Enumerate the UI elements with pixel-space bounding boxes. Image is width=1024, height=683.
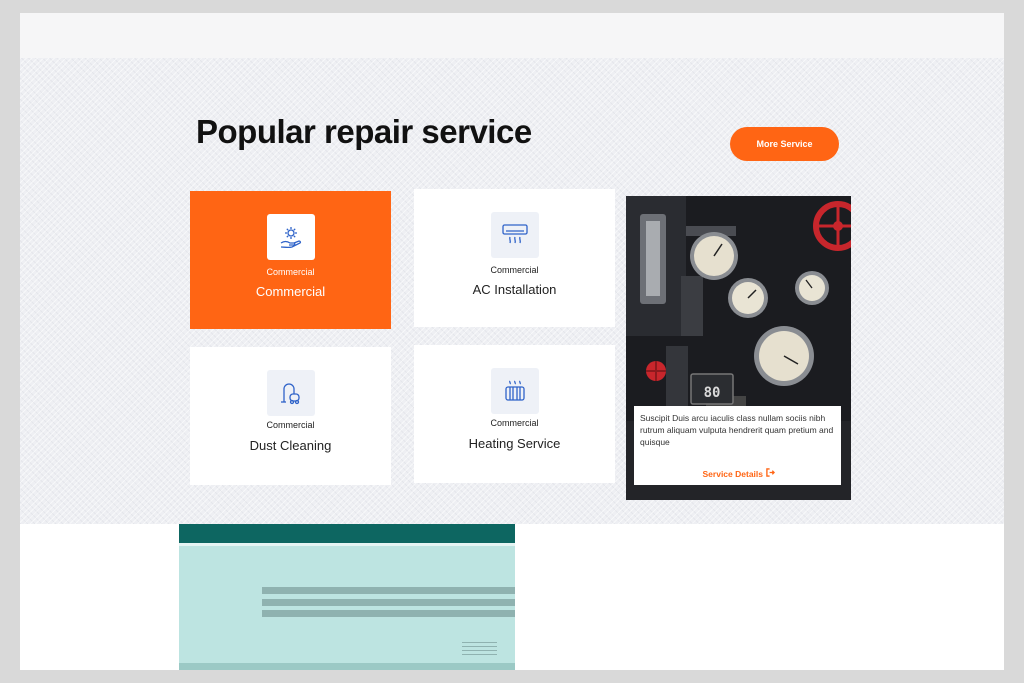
vacuum-cleaner-icon bbox=[266, 370, 315, 416]
placeholder-bar bbox=[262, 610, 515, 617]
service-card-dust-cleaning[interactable]: Commercial Dust Cleaning bbox=[190, 347, 391, 485]
service-name: Commercial bbox=[255, 284, 326, 299]
service-name: Heating Service bbox=[468, 436, 561, 451]
service-details-link[interactable]: Service Details bbox=[702, 468, 776, 479]
section-title: Popular repair service bbox=[196, 113, 532, 150]
lower-section bbox=[20, 524, 1004, 670]
more-service-button[interactable]: More Service bbox=[730, 127, 839, 161]
top-strip bbox=[20, 13, 1004, 58]
service-card-commercial[interactable]: Commercial Commercial bbox=[190, 191, 391, 329]
page-frame: Popular repair service More Service Comm… bbox=[20, 13, 1004, 670]
popular-services-section: Popular repair service More Service Comm… bbox=[20, 58, 1004, 524]
gear-hand-icon bbox=[266, 214, 315, 260]
teal-header-bar bbox=[179, 524, 515, 543]
gauge-plate-number: 80 bbox=[704, 385, 721, 401]
service-category: Commercial bbox=[266, 267, 315, 277]
featured-service-card[interactable]: 80 Suscipit Duis arcu iaculis class null… bbox=[626, 196, 851, 500]
service-name: AC Installation bbox=[472, 282, 557, 297]
air-conditioner-icon bbox=[490, 212, 539, 258]
service-category: Commercial bbox=[490, 418, 539, 428]
service-category: Commercial bbox=[266, 420, 315, 430]
service-category: Commercial bbox=[490, 265, 539, 275]
placeholder-bar bbox=[262, 587, 515, 594]
service-detail-box: Suscipit Duis arcu iaculis class nullam … bbox=[634, 406, 841, 485]
radiator-icon bbox=[490, 368, 539, 414]
arrow-right-from-bracket-icon bbox=[766, 468, 776, 479]
placeholder-bar bbox=[262, 599, 515, 606]
service-card-ac-installation[interactable]: Commercial AC Installation bbox=[414, 189, 615, 327]
teal-header-divider bbox=[179, 543, 515, 546]
service-card-heating-service[interactable]: Commercial Heating Service bbox=[414, 345, 615, 483]
service-details-label: Service Details bbox=[702, 468, 763, 479]
teal-bottom-strip bbox=[179, 663, 515, 670]
teal-preview-image bbox=[179, 524, 515, 670]
service-description: Suscipit Duis arcu iaculis class nullam … bbox=[640, 413, 834, 447]
service-name: Dust Cleaning bbox=[249, 438, 332, 453]
